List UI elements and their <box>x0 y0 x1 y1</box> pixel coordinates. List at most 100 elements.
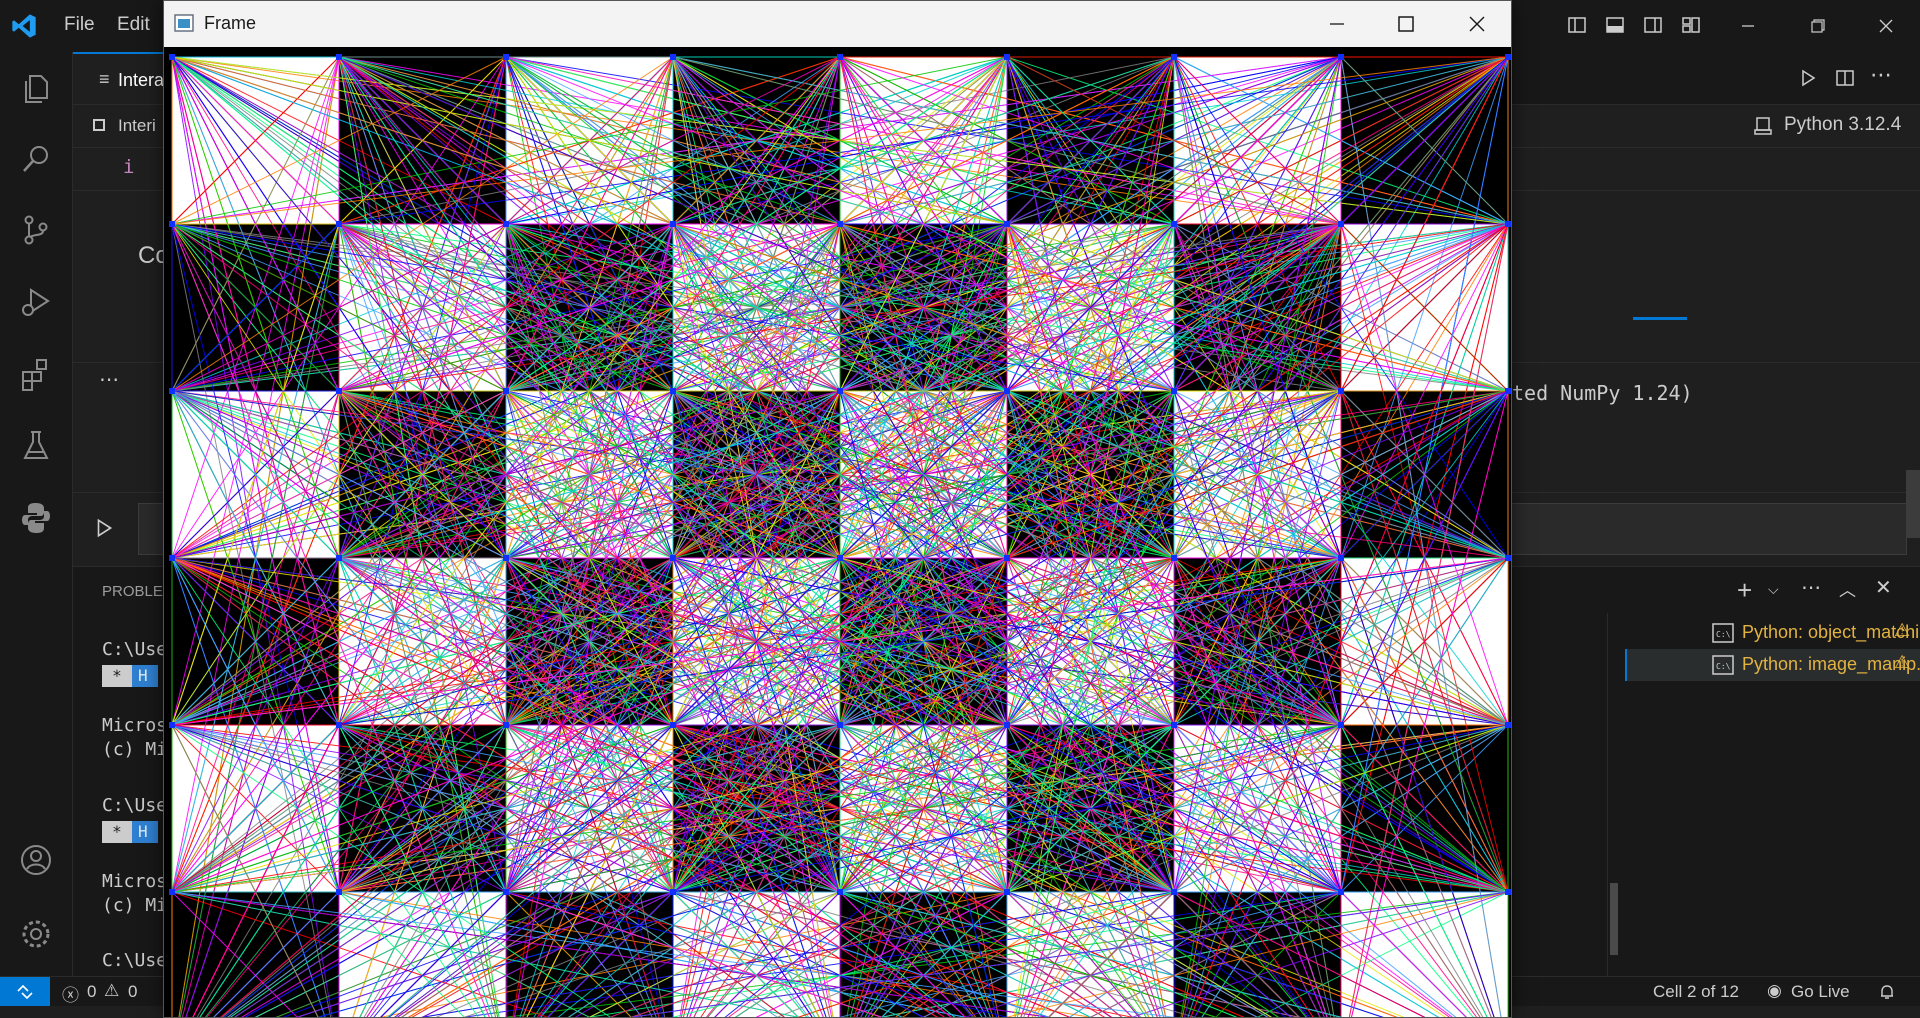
corner-marker <box>336 722 342 728</box>
terminal-list-item-active[interactable]: C:\ Python: image_manip... ⚠ <box>1625 649 1920 681</box>
corner-marker <box>837 388 843 394</box>
frame-close-icon[interactable] <box>1459 6 1495 42</box>
corner-marker <box>670 221 676 227</box>
execute-icon[interactable] <box>93 517 115 539</box>
corner-marker <box>837 54 843 60</box>
broadcast-icon: ◉ <box>1767 981 1782 1000</box>
testing-icon[interactable] <box>16 426 56 466</box>
warning-icon: ⚠ <box>1894 652 1911 672</box>
output-actions-icon[interactable]: ⋯ <box>99 367 119 392</box>
tab-interactive[interactable]: ≡ Intera <box>73 52 169 104</box>
close-panel-icon[interactable]: ✕ <box>1875 575 1892 600</box>
remote-button[interactable] <box>0 977 50 1007</box>
chevron-down-icon[interactable]: ⌵ <box>1768 581 1779 598</box>
go-live-button[interactable]: Go Live <box>1791 982 1850 1002</box>
terminal-scrollbar-thumb[interactable] <box>1610 883 1618 955</box>
frame-window[interactable]: Frame <box>163 0 1512 1018</box>
close-icon[interactable] <box>1868 8 1904 44</box>
explorer-icon[interactable] <box>16 68 56 108</box>
settings-icon[interactable] <box>16 914 56 954</box>
corner-marker <box>503 54 509 60</box>
corner-marker <box>169 221 175 227</box>
customize-layout-icon[interactable] <box>1681 15 1701 35</box>
toggle-primary-sidebar-icon[interactable] <box>1567 15 1587 35</box>
run-icon[interactable] <box>1798 68 1818 88</box>
terminal-list-divider <box>1607 613 1608 977</box>
warning-icon: ⚠ <box>1894 620 1911 640</box>
more-actions-icon[interactable]: ⋯ <box>1870 62 1892 88</box>
interactive-file-icon <box>93 119 105 131</box>
code-fragment: i <box>123 156 135 178</box>
prompt-badge: * H <box>102 821 158 843</box>
frame-titlebar[interactable]: Frame <box>164 1 1511 47</box>
corner-marker <box>503 722 509 728</box>
corner-marker <box>1004 889 1010 895</box>
corner-marker <box>1004 722 1010 728</box>
source-control-icon[interactable] <box>16 210 56 250</box>
corner-marker <box>1505 555 1511 561</box>
terminal-list-item[interactable]: C:\ Python: object_matchi... ⚠ <box>1625 617 1920 649</box>
terminal-line: C:\Use <box>102 639 168 660</box>
run-debug-icon[interactable] <box>16 282 56 322</box>
corner-marker <box>1505 221 1511 227</box>
new-terminal-icon[interactable]: + <box>1737 575 1752 606</box>
corner-marker <box>1505 722 1511 728</box>
restore-icon[interactable] <box>1800 8 1836 44</box>
corner-marker <box>503 555 509 561</box>
window-app-icon <box>174 14 194 32</box>
remote-icon <box>17 984 33 1000</box>
menu-file[interactable]: File <box>64 14 95 36</box>
minimize-icon[interactable] <box>1730 8 1766 44</box>
editor-scrollbar-thumb[interactable] <box>1906 470 1920 538</box>
corner-marker <box>1338 889 1344 895</box>
breadcrumb-label[interactable]: Interi <box>118 116 156 136</box>
corner-marker <box>670 889 676 895</box>
python-icon[interactable] <box>16 498 56 538</box>
corner-marker <box>169 889 175 895</box>
toggle-secondary-sidebar-icon[interactable] <box>1643 15 1663 35</box>
account-icon[interactable] <box>16 840 56 880</box>
split-editor-icon[interactable] <box>1835 68 1855 88</box>
tab-problems[interactable]: PROBLEI <box>102 583 167 600</box>
toggle-panel-icon[interactable] <box>1605 15 1625 35</box>
corner-marker <box>1171 388 1177 394</box>
tab-label: Intera <box>118 70 165 90</box>
chessboard-corner-lines-image <box>169 54 1511 1017</box>
menu-edit[interactable]: Edit <box>117 14 150 36</box>
error-count[interactable]: 0 <box>87 982 96 1002</box>
warning-icon[interactable]: ⚠ <box>104 981 119 1001</box>
extensions-icon[interactable] <box>16 354 56 394</box>
more-panel-actions-icon[interactable]: ⋯ <box>1801 575 1821 600</box>
vscode-logo-icon <box>12 14 36 38</box>
notifications-icon[interactable] <box>1878 983 1896 1001</box>
corner-marker <box>670 722 676 728</box>
corner-marker <box>837 221 843 227</box>
corner-marker <box>1171 722 1177 728</box>
terminal-line: (c) Mi <box>102 895 168 916</box>
activity-bar <box>0 52 73 976</box>
corner-marker <box>1171 54 1177 60</box>
corner-marker <box>1505 388 1511 394</box>
corner-marker <box>837 555 843 561</box>
svg-text:C:\: C:\ <box>1716 630 1731 639</box>
warning-count[interactable]: 0 <box>128 982 137 1002</box>
cell-indicator[interactable]: Cell 2 of 12 <box>1653 982 1739 1002</box>
frame-minimize-icon[interactable] <box>1319 6 1355 42</box>
svg-text:C:\: C:\ <box>1716 662 1731 671</box>
corner-marker <box>1004 388 1010 394</box>
terminal-line: C:\Use <box>102 950 168 971</box>
corner-marker <box>1171 221 1177 227</box>
corner-marker <box>670 388 676 394</box>
frame-maximize-icon[interactable] <box>1388 6 1424 42</box>
kernel-icon <box>1754 117 1772 135</box>
corner-marker <box>670 54 676 60</box>
kernel-picker[interactable]: Python 3.12.4 <box>1784 114 1901 136</box>
corner-marker <box>503 889 509 895</box>
maximize-panel-icon[interactable]: ︿ <box>1839 576 1856 601</box>
search-icon[interactable] <box>16 139 56 179</box>
corner-marker <box>670 555 676 561</box>
corner-marker <box>837 722 843 728</box>
corner-marker <box>1505 889 1511 895</box>
corner-marker <box>837 889 843 895</box>
error-icon[interactable]: ⓧ <box>62 981 79 1006</box>
